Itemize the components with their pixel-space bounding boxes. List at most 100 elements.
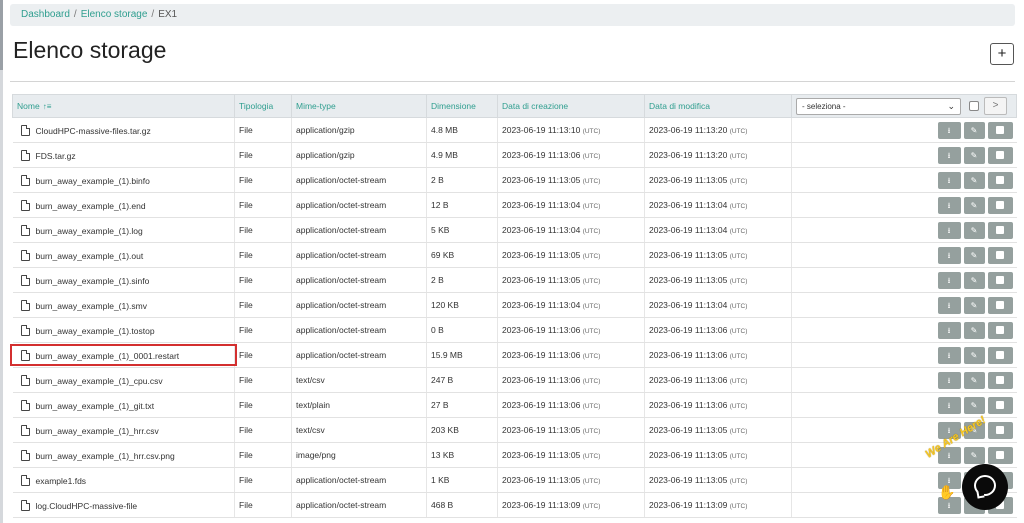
sort-icon[interactable]: ↑≡ [43,102,52,111]
file-name[interactable]: burn_away_example_(1).sinfo [36,276,150,286]
download-button[interactable]: ⭳ [937,396,961,414]
col-header-name[interactable]: Nome ↑≡ [12,94,235,118]
download-button[interactable]: ⭳ [937,171,961,189]
file-name[interactable]: burn_away_example_(1).binfo [36,176,150,186]
download-button[interactable]: ⭳ [937,346,961,364]
cell-name[interactable]: example1.fds [12,467,235,493]
file-name[interactable]: burn_away_example_(1).smv [36,301,148,311]
edit-button[interactable]: ✎ [963,296,985,314]
cell-name[interactable]: burn_away_example_(1)_git.txt [12,392,235,418]
cell-name[interactable]: log.CloudHPC-massive-file [12,492,235,518]
download-button[interactable]: ⭳ [937,146,961,164]
edit-button[interactable]: ✎ [963,396,985,414]
cell-modified: 2023-06-19 11:13:06 (UTC) [644,367,792,393]
edit-button[interactable]: ✎ [963,271,985,289]
file-name[interactable]: burn_away_example_(1)_cpu.csv [36,376,163,386]
col-header-type[interactable]: Tipologia [234,94,292,118]
edit-button[interactable]: ✎ [963,371,985,389]
col-header-actions: - seleziona - ⌄ > [791,94,1017,118]
row-select-button[interactable] [987,271,1013,289]
col-header-mime[interactable]: Mime-type [291,94,427,118]
file-name[interactable]: burn_away_example_(1).tostop [36,326,155,336]
row-select-button[interactable] [987,196,1013,214]
file-name[interactable]: burn_away_example_(1).out [36,251,144,261]
cell-name[interactable]: burn_away_example_(1).binfo [12,167,235,193]
table-header-row: Nome ↑≡ Tipologia Mime-type Dimensione Da… [12,94,1017,118]
download-button[interactable]: ⭳ [937,296,961,314]
cell-name[interactable]: burn_away_example_(1).end [12,192,235,218]
cell-name[interactable]: CloudHPC-massive-files.tar.gz [12,117,235,143]
edit-button[interactable]: ✎ [963,196,985,214]
breadcrumb-dashboard[interactable]: Dashboard [21,9,70,20]
timezone-label: (UTC) [729,153,748,160]
add-storage-button[interactable]: + [990,43,1014,65]
cell-name[interactable]: burn_away_example_(1)_cpu.csv [12,367,235,393]
row-select-button[interactable] [987,446,1013,464]
edit-button[interactable]: ✎ [963,221,985,239]
row-select-button[interactable] [987,221,1013,239]
file-name[interactable]: FDS.tar.gz [36,151,76,161]
cell-name[interactable]: burn_away_example_(1).tostop [12,317,235,343]
edit-button[interactable]: ✎ [963,246,985,264]
edit-button[interactable]: ✎ [963,171,985,189]
row-select-button[interactable] [987,296,1013,314]
download-button[interactable]: ⭳ [937,271,961,289]
edit-button[interactable]: ✎ [963,121,985,139]
file-name[interactable]: CloudHPC-massive-files.tar.gz [36,126,151,136]
bulk-action-select[interactable]: - seleziona - ⌄ [796,97,961,115]
edit-button[interactable]: ✎ [963,346,985,364]
download-button[interactable]: ⭳ [937,121,961,139]
timezone-label: (UTC) [729,203,748,210]
row-select-button[interactable] [987,346,1013,364]
download-button[interactable]: ⭳ [937,321,961,339]
row-select-button[interactable] [987,321,1013,339]
cell-modified: 2023-06-19 11:13:20 (UTC) [644,142,792,168]
cell-created: 2023-06-19 11:13:04 (UTC) [497,192,645,218]
cell-modified: 2023-06-19 11:13:09 (UTC) [644,492,792,518]
col-header-modified[interactable]: Data di modifica [644,94,792,118]
cell-size: 1 KB [426,467,498,493]
cell-name[interactable]: FDS.tar.gz [12,142,235,168]
chat-launcher-button[interactable] [962,464,1008,510]
edit-button[interactable]: ✎ [963,321,985,339]
timezone-label: (UTC) [582,203,601,210]
cell-name[interactable]: burn_away_example_(1).smv [12,292,235,318]
cell-created: 2023-06-19 11:13:05 (UTC) [497,242,645,268]
download-button[interactable]: ⭳ [937,196,961,214]
select-all-checkbox[interactable] [969,101,979,111]
row-select-button[interactable] [987,171,1013,189]
file-name[interactable]: burn_away_example_(1)_hrr.csv.png [36,451,175,461]
cell-actions: ⭳✎ [791,317,1017,343]
created-timestamp: 2023-06-19 11:13:06 [502,150,581,160]
file-name[interactable]: example1.fds [36,476,87,486]
bulk-action-go-button[interactable]: > [984,97,1007,115]
file-name[interactable]: burn_away_example_(1)_hrr.csv [36,426,159,436]
cell-name[interactable]: burn_away_example_(1)_0001.restart [12,342,235,368]
download-button[interactable]: ⭳ [937,246,961,264]
breadcrumb-storage-list[interactable]: Elenco storage [81,9,148,20]
row-select-button[interactable] [987,246,1013,264]
cell-type: File [234,317,292,343]
cell-name[interactable]: burn_away_example_(1)_hrr.csv.png [12,442,235,468]
file-name[interactable]: log.CloudHPC-massive-file [36,501,138,511]
col-header-created[interactable]: Data di creazione [497,94,645,118]
file-name[interactable]: burn_away_example_(1).end [36,201,146,211]
cell-created: 2023-06-19 11:13:05 (UTC) [497,417,645,443]
col-header-size[interactable]: Dimensione [426,94,498,118]
row-select-button[interactable] [987,121,1013,139]
row-select-button[interactable] [987,146,1013,164]
file-name[interactable]: burn_away_example_(1)_git.txt [36,401,155,411]
download-button[interactable]: ⭳ [937,371,961,389]
cell-name[interactable]: burn_away_example_(1).sinfo [12,267,235,293]
timezone-label: (UTC) [729,428,748,435]
download-button[interactable]: ⭳ [937,221,961,239]
cell-name[interactable]: burn_away_example_(1).out [12,242,235,268]
cell-name[interactable]: burn_away_example_(1).log [12,217,235,243]
file-name[interactable]: burn_away_example_(1).log [36,226,143,236]
file-icon [20,449,30,461]
cell-name[interactable]: burn_away_example_(1)_hrr.csv [12,417,235,443]
row-select-button[interactable] [987,371,1013,389]
file-name[interactable]: burn_away_example_(1)_0001.restart [36,351,180,361]
edit-button[interactable]: ✎ [963,146,985,164]
edit-button[interactable]: ✎ [963,446,985,464]
